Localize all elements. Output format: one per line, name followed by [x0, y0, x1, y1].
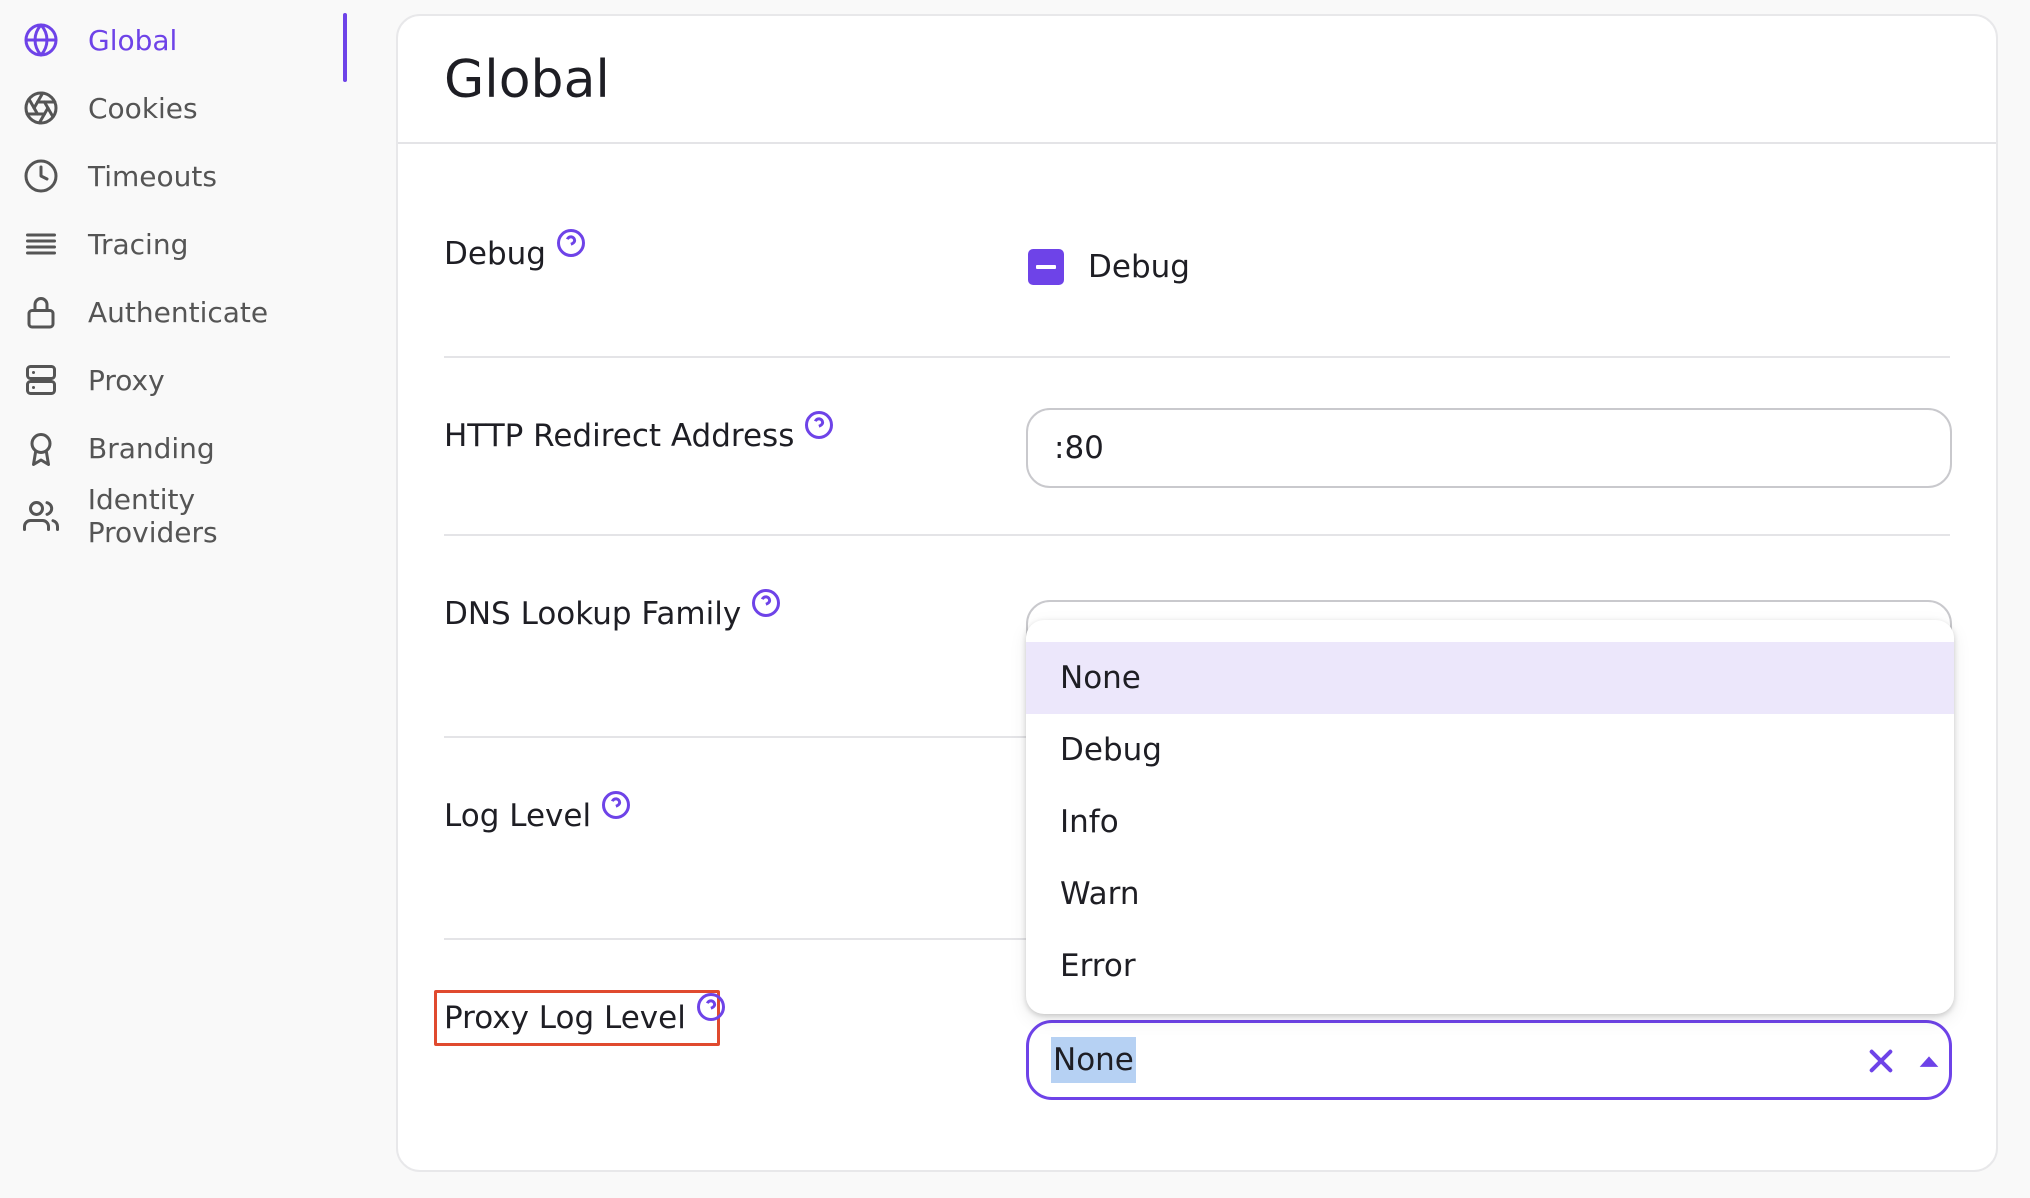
sidebar-item-global[interactable]: Global — [22, 15, 332, 65]
dropdown-option-info[interactable]: Info — [1026, 786, 1954, 858]
sidebar-active-indicator — [343, 13, 347, 82]
debug-checkbox-label: Debug — [1088, 249, 1190, 285]
sidebar-item-branding[interactable]: Branding — [22, 423, 332, 473]
help-icon[interactable] — [804, 410, 834, 440]
sidebar-item-label: Tracing — [88, 227, 189, 261]
log-level-dropdown-menu: None Debug Info Warn Error — [1026, 620, 1954, 1014]
dns-lookup-label-text: DNS Lookup Family — [444, 596, 742, 632]
sidebar-item-label: Global — [88, 23, 178, 57]
http-redirect-label-text: HTTP Redirect Address — [444, 418, 795, 454]
dns-lookup-field-label: DNS Lookup Family — [444, 589, 781, 632]
sidebar-item-label: Proxy — [88, 363, 165, 397]
row-divider — [444, 356, 1950, 358]
dropdown-option-warn[interactable]: Warn — [1026, 858, 1954, 930]
log-level-field-label: Log Level — [444, 791, 631, 834]
proxy-log-level-label-text: Proxy Log Level — [444, 1000, 686, 1036]
server-icon — [22, 361, 60, 399]
dropdown-option-none[interactable]: None — [1026, 642, 1954, 714]
dropdown-option-debug[interactable]: Debug — [1026, 714, 1954, 786]
sidebar-item-authenticate[interactable]: Authenticate — [22, 287, 332, 337]
debug-field-label: Debug — [444, 229, 586, 272]
sidebar-item-label: Cookies — [88, 91, 198, 125]
lines-icon — [22, 225, 60, 263]
settings-card: Global Debug Debug HTTP Redirect Address… — [396, 14, 1998, 1172]
sidebar-item-label: Authenticate — [88, 295, 269, 329]
debug-label-text: Debug — [444, 236, 546, 272]
sidebar-item-label: Timeouts — [88, 159, 217, 193]
sidebar-item-timeouts[interactable]: Timeouts — [22, 151, 332, 201]
sidebar-item-identity-providers[interactable]: Identity Providers — [22, 483, 332, 549]
award-icon — [22, 429, 60, 467]
caret-up-icon[interactable] — [1915, 1047, 1943, 1075]
page-title: Global — [444, 50, 610, 110]
sidebar-item-tracing[interactable]: Tracing — [22, 219, 332, 269]
title-divider — [398, 142, 1996, 144]
http-redirect-field-label: HTTP Redirect Address — [444, 411, 834, 454]
proxy-log-level-select[interactable]: None — [1026, 1020, 1952, 1100]
clock-icon — [22, 157, 60, 195]
http-redirect-address-input[interactable] — [1026, 408, 1952, 488]
sidebar-item-label: Branding — [88, 431, 215, 465]
users-icon — [22, 497, 60, 535]
help-icon[interactable] — [601, 790, 631, 820]
clear-icon[interactable] — [1865, 1045, 1897, 1077]
sidebar-item-cookies[interactable]: Cookies — [22, 83, 332, 133]
log-level-label-text: Log Level — [444, 798, 592, 834]
checkbox-indeterminate-icon[interactable] — [1028, 249, 1064, 285]
proxy-log-level-value[interactable]: None — [1051, 1037, 1136, 1083]
globe-icon — [22, 21, 60, 59]
lock-icon — [22, 293, 60, 331]
proxy-log-level-field-label: Proxy Log Level — [444, 993, 726, 1036]
help-icon[interactable] — [556, 228, 586, 258]
aperture-icon — [22, 89, 60, 127]
help-icon[interactable] — [696, 992, 726, 1022]
debug-checkbox[interactable]: Debug — [1028, 249, 1190, 285]
dropdown-option-error[interactable]: Error — [1026, 930, 1954, 1002]
sidebar-item-label: Identity Providers — [87, 483, 218, 549]
help-icon[interactable] — [751, 588, 781, 618]
sidebar-item-proxy[interactable]: Proxy — [22, 355, 332, 405]
sidebar: Global Cookies Timeouts Tracing Authenti — [0, 0, 352, 560]
row-divider — [444, 534, 1950, 536]
